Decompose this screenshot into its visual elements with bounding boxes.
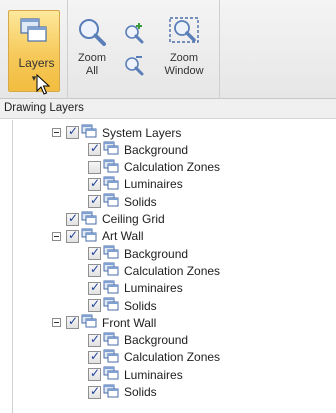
layer-label: Luminaires — [124, 367, 183, 382]
layer-visibility-checkbox[interactable] — [88, 193, 101, 209]
layer-label: Background — [124, 246, 189, 261]
layer-visibility-checkbox[interactable] — [88, 349, 101, 364]
zoom-window-label-1: Zoom — [169, 52, 199, 64]
layer-label: Solids — [124, 298, 157, 313]
layer-visibility-checkbox[interactable] — [88, 160, 101, 174]
tree-layer-group[interactable]: Art Wall — [52, 228, 144, 245]
layers-button[interactable]: Layers ▾ — [8, 10, 60, 92]
tree-layer-item[interactable]: Calculation Zones — [88, 159, 220, 176]
layer-icon — [81, 124, 97, 141]
layer-icon — [103, 176, 119, 193]
tree-layer-item[interactable]: Solids — [88, 193, 157, 210]
tree-layer-group[interactable]: Ceiling Grid — [66, 211, 165, 228]
mouse-cursor-icon — [36, 73, 51, 99]
tree-layer-item[interactable]: Background — [88, 141, 188, 158]
collapse-icon[interactable] — [52, 128, 61, 137]
layer-icon — [103, 297, 119, 314]
tree-layer-item[interactable]: Solids — [88, 297, 157, 314]
tree-layer-group[interactable]: Front Wall — [52, 314, 156, 331]
tree-layer-item[interactable]: Background — [88, 332, 188, 349]
layer-label: Calculation Zones — [124, 350, 221, 365]
layer-icon — [103, 245, 119, 262]
tree-layer-item[interactable]: Background — [88, 245, 188, 262]
layer-label: Calculation Zones — [124, 160, 221, 175]
zoom-all-label-1: Zoom — [77, 52, 107, 64]
tree-layer-item[interactable]: Luminaires — [88, 176, 183, 193]
tree-layer-item[interactable]: Calculation Zones — [88, 262, 220, 279]
layer-visibility-checkbox[interactable] — [88, 280, 101, 295]
layer-label: Solids — [124, 385, 157, 399]
ribbon: Layers ▾ Zoom All Zoom Window — [0, 0, 336, 99]
zoom-window-button[interactable]: Zoom Window — [156, 12, 212, 78]
layer-label: Solids — [124, 194, 157, 209]
tree-layer-item[interactable]: Solids — [88, 384, 157, 401]
layer-label: Calculation Zones — [124, 263, 221, 278]
layer-visibility-checkbox[interactable] — [66, 211, 79, 226]
layer-icon — [103, 193, 119, 210]
layer-label: Background — [124, 333, 189, 348]
zoom-window-label-2: Window — [164, 65, 204, 77]
drawing-layers-header: Drawing Layers — [0, 99, 336, 119]
layer-visibility-checkbox[interactable] — [88, 245, 101, 261]
layers-label: Layers — [18, 56, 55, 70]
layer-icon — [103, 280, 119, 297]
layer-visibility-checkbox[interactable] — [66, 228, 79, 243]
layer-visibility-checkbox[interactable] — [66, 314, 79, 330]
tree-guide-line — [12, 120, 13, 413]
layer-icon — [103, 384, 119, 401]
layer-icon — [81, 228, 97, 245]
tree-layer-item[interactable]: Calculation Zones — [88, 349, 220, 366]
layer-label: Ceiling Grid — [102, 212, 165, 226]
layer-visibility-checkbox[interactable] — [88, 366, 101, 382]
layer-visibility-checkbox[interactable] — [88, 141, 101, 157]
collapse-icon[interactable] — [52, 231, 61, 241]
tree-layer-group[interactable]: System Layers — [52, 124, 181, 141]
tree-layer-item[interactable]: Luminaires — [88, 366, 183, 383]
layer-visibility-checkbox[interactable] — [66, 124, 79, 139]
zoom-out-icon[interactable] — [122, 52, 146, 79]
layer-visibility-checkbox[interactable] — [88, 176, 101, 191]
collapse-icon[interactable] — [52, 318, 61, 328]
magnifier-icon — [77, 12, 107, 52]
layer-label: Background — [124, 142, 189, 157]
tree-layer-item[interactable]: Luminaires — [88, 280, 183, 297]
layer-icon — [103, 366, 119, 383]
layers-tree: System Layers Background Calculation Zones… — [0, 120, 336, 413]
layer-icon — [81, 211, 97, 228]
layer-icon — [103, 141, 119, 158]
layer-label: Luminaires — [124, 281, 183, 296]
zoom-window-icon — [168, 12, 200, 52]
layer-icon — [103, 159, 119, 176]
layer-icon — [81, 314, 97, 331]
layer-icon — [103, 349, 119, 366]
zoom-all-button[interactable]: Zoom All — [72, 12, 112, 78]
layer-icon — [103, 262, 119, 279]
layers-icon — [19, 17, 49, 49]
layer-label: Art Wall — [102, 229, 144, 244]
layer-label: Luminaires — [124, 177, 183, 192]
layer-visibility-checkbox[interactable] — [88, 262, 101, 278]
small-zoom-buttons — [118, 20, 150, 90]
layer-visibility-checkbox[interactable] — [88, 384, 101, 399]
zoom-all-label-2: All — [85, 65, 99, 77]
layer-visibility-checkbox[interactable] — [88, 297, 101, 312]
layer-visibility-checkbox[interactable] — [88, 332, 101, 347]
layer-label: Front Wall — [102, 315, 157, 330]
layer-label: System Layers — [102, 125, 182, 140]
layer-icon — [103, 332, 119, 349]
zoom-in-icon[interactable] — [122, 20, 146, 47]
